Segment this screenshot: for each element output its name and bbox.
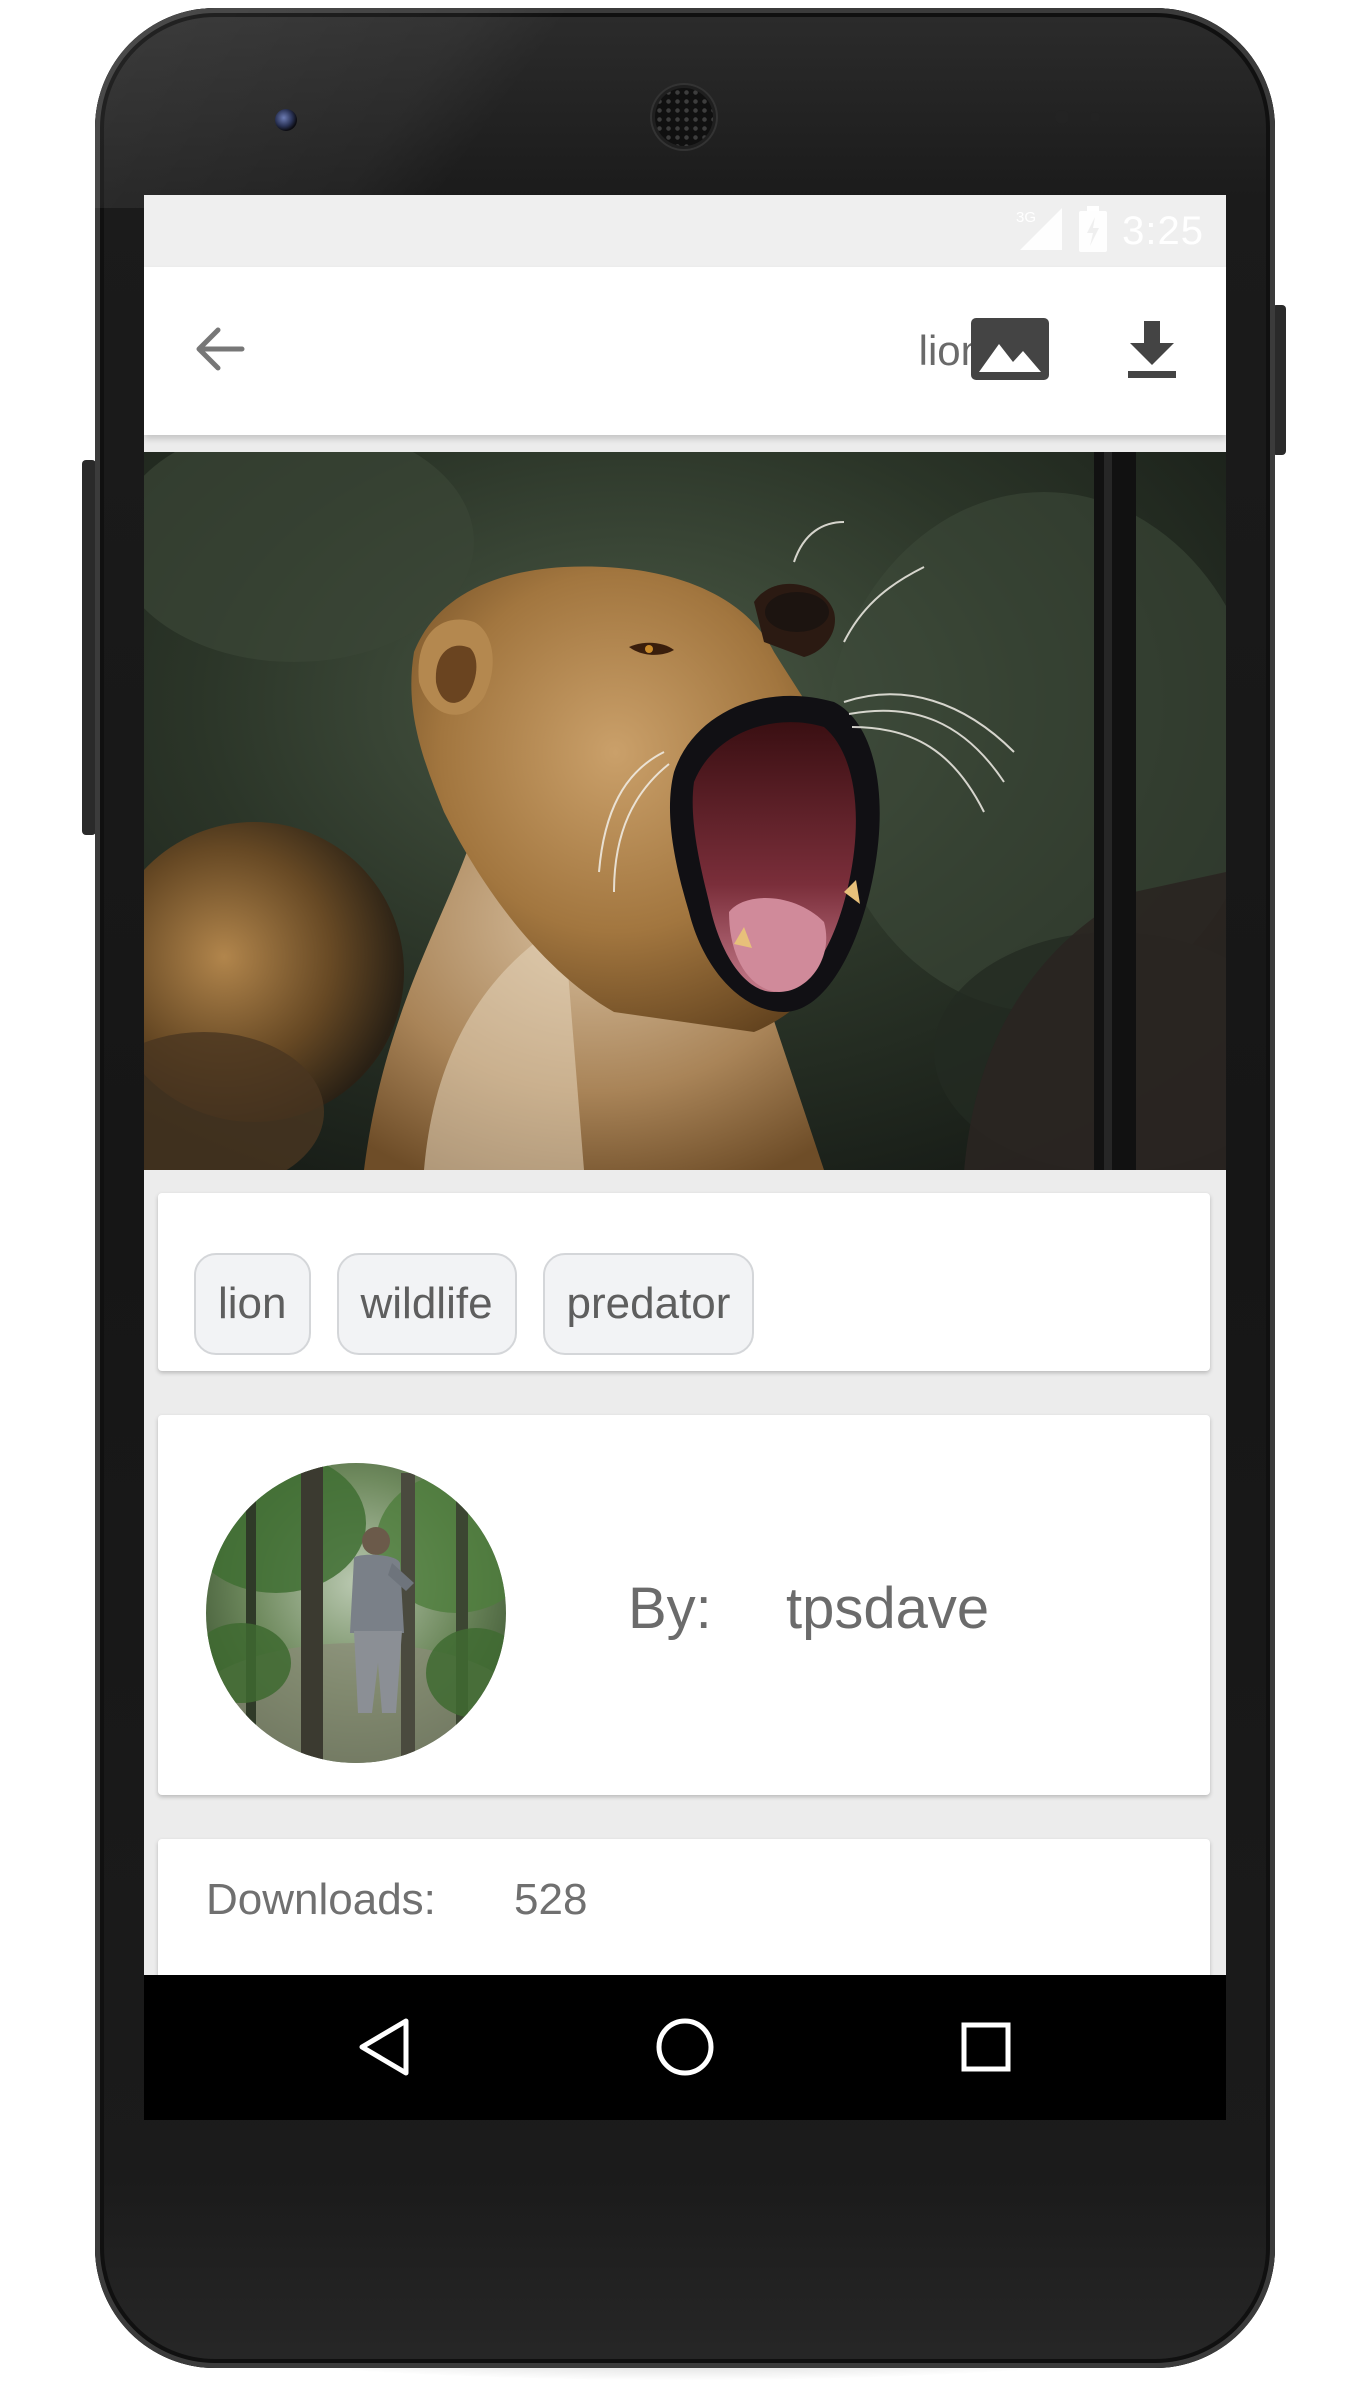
author-avatar[interactable]	[206, 1463, 506, 1763]
phone-screen: 3G 3:25 lion lion wildlife predator By: …	[144, 195, 1226, 2120]
tag-chip-wildlife[interactable]: wildlife	[336, 1253, 517, 1355]
nav-home-button[interactable]	[647, 2011, 723, 2087]
nav-back-icon	[354, 2015, 414, 2084]
back-button[interactable]	[184, 315, 256, 387]
device-mockup: 3G 3:25 lion lion wildlife predator By: …	[0, 0, 1370, 2405]
download-icon	[1124, 319, 1180, 384]
tag-chip-predator[interactable]: predator	[542, 1253, 755, 1355]
nav-back-button[interactable]	[346, 2011, 422, 2087]
earpiece-speaker	[655, 88, 713, 146]
downloads-label: Downloads:	[206, 1875, 436, 1924]
status-icons: 3G 3:25	[1014, 205, 1204, 257]
signal-3g-icon: 3G	[1014, 206, 1064, 257]
set-wallpaper-button[interactable]	[970, 311, 1050, 391]
downloads-count: 528	[514, 1875, 588, 1924]
nav-home-icon	[653, 2015, 717, 2084]
avatar-forest-photo	[206, 1463, 506, 1763]
wallpaper-photo[interactable]	[144, 452, 1226, 1170]
front-camera	[275, 109, 297, 131]
light-sensor	[1090, 112, 1100, 122]
system-navigation-bar	[144, 1975, 1226, 2120]
volume-button	[82, 460, 96, 835]
author-card[interactable]: By: tpsdave	[158, 1415, 1210, 1795]
status-bar: 3G 3:25	[144, 195, 1226, 267]
author-name[interactable]: tpsdave	[786, 1575, 989, 1642]
by-label: By:	[628, 1576, 712, 1641]
lioness-roaring-image	[144, 452, 1226, 1170]
tag-list: lion wildlife predator	[194, 1253, 755, 1355]
status-time: 3:25	[1122, 208, 1204, 253]
download-button[interactable]	[1112, 311, 1192, 391]
tags-card: lion wildlife predator	[158, 1193, 1210, 1371]
app-bar: lion	[144, 267, 1226, 435]
page-title: lion	[918, 327, 984, 374]
network-type-label: 3G	[1016, 209, 1036, 226]
image-icon	[971, 317, 1049, 385]
nav-recents-button[interactable]	[948, 2011, 1024, 2087]
battery-charging-icon	[1078, 205, 1108, 257]
arrow-back-icon	[188, 317, 252, 386]
proximity-sensor	[1055, 110, 1069, 124]
tag-chip-lion[interactable]: lion	[194, 1253, 311, 1355]
nav-recents-icon	[956, 2017, 1016, 2082]
